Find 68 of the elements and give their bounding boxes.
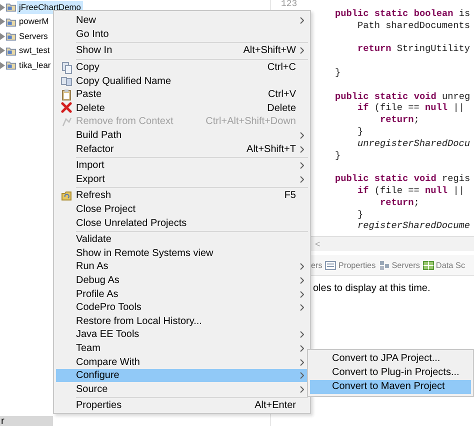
code-line: unregisterSharedDocu: [356, 138, 470, 150]
code-line: public static void regis: [335, 173, 470, 185]
code-line: public static void unreg: [335, 90, 470, 102]
menu-item[interactable]: Debug As: [56, 274, 308, 288]
menu-item[interactable]: Copy Ctrl+C: [56, 60, 308, 74]
servers-icon: [378, 260, 390, 270]
submenu-item[interactable]: Convert to Maven Project: [310, 380, 471, 394]
code-line: }: [335, 150, 342, 162]
menu-item[interactable]: Delete Delete: [56, 102, 308, 116]
clipboard-icon: [60, 88, 72, 101]
code-line: if (file == null ||: [356, 102, 466, 114]
menu-item[interactable]: Run As: [56, 260, 308, 274]
menu-item[interactable]: Build Path: [56, 128, 308, 142]
menu-item[interactable]: Properties Alt+Enter: [56, 399, 308, 413]
copy-icon: [60, 62, 72, 74]
project-item[interactable]: swt_test: [17, 44, 52, 58]
submenu-item[interactable]: Convert to JPA Project...: [310, 352, 471, 366]
project-folder-icon: [6, 16, 16, 27]
project-folder-icon: [6, 60, 16, 70]
menu-item[interactable]: Restore from Local History...: [56, 314, 308, 328]
panel-tab[interactable]: Properties: [338, 260, 376, 270]
copy-icon: [60, 75, 72, 88]
menu-item[interactable]: Team: [56, 342, 308, 356]
project-item[interactable]: powerM: [17, 15, 51, 28]
table-icon: [422, 260, 434, 270]
menu-item[interactable]: Paste Ctrl+V: [56, 88, 308, 102]
project-item[interactable]: tika_lear: [17, 58, 53, 72]
menu-item[interactable]: Go Into: [56, 28, 308, 42]
menu-item[interactable]: Java EE Tools: [56, 328, 308, 342]
menu-item[interactable]: Compare With: [56, 355, 308, 369]
code-line: registerSharedDocume: [356, 220, 470, 232]
submenu-item[interactable]: Convert to Plug-in Projects...: [310, 366, 471, 380]
panel-tab[interactable]: Servers: [392, 260, 420, 270]
menu-item[interactable]: New: [56, 14, 308, 28]
line-number: 123: [280, 0, 298, 9]
console-message: oles to display at this time.: [313, 283, 430, 294]
menu-item[interactable]: Refactor Alt+Shift+T: [56, 142, 308, 156]
panel-tab[interactable]: ers: [311, 260, 322, 270]
code-line: }: [335, 66, 342, 79]
menu-item[interactable]: Source: [56, 382, 308, 396]
code-line: }: [356, 126, 364, 138]
remove-icon: [60, 116, 72, 128]
menu-item[interactable]: Configure: [56, 368, 308, 382]
panel-tab[interactable]: Data Sc: [436, 260, 466, 270]
menu-item[interactable]: Copy Qualified Name: [56, 74, 308, 88]
code-line: return StringUtility: [356, 43, 470, 56]
menu-item[interactable]: Show In Alt+Shift+W: [56, 44, 308, 58]
code-line: public static boolean is: [335, 8, 470, 20]
code-line: return;: [379, 196, 420, 209]
menu-item[interactable]: CodePro Tools: [56, 300, 308, 314]
project-folder-icon: [6, 2, 16, 12]
menu-item[interactable]: Refresh F5: [56, 189, 308, 203]
properties-icon: [325, 260, 336, 270]
menu-item[interactable]: Import: [56, 158, 308, 173]
project-folder-icon: [6, 31, 16, 42]
delete-icon: [60, 102, 72, 114]
refresh-icon: [60, 190, 72, 202]
code-line: Path sharedDocuments: [356, 20, 470, 32]
code-line: return;: [379, 114, 420, 126]
menu-item[interactable]: Close Unrelated Projects: [56, 216, 308, 230]
code-line: }: [356, 208, 364, 220]
menu-item[interactable]: Close Project: [56, 202, 308, 216]
code-line: if (file == null ||: [356, 184, 466, 197]
project-folder-icon: [6, 46, 16, 56]
project-item[interactable]: Servers: [17, 30, 50, 43]
menu-item[interactable]: Export: [56, 172, 308, 186]
status-bar: r: [0, 416, 53, 426]
menu-item[interactable]: Profile As: [56, 287, 308, 301]
